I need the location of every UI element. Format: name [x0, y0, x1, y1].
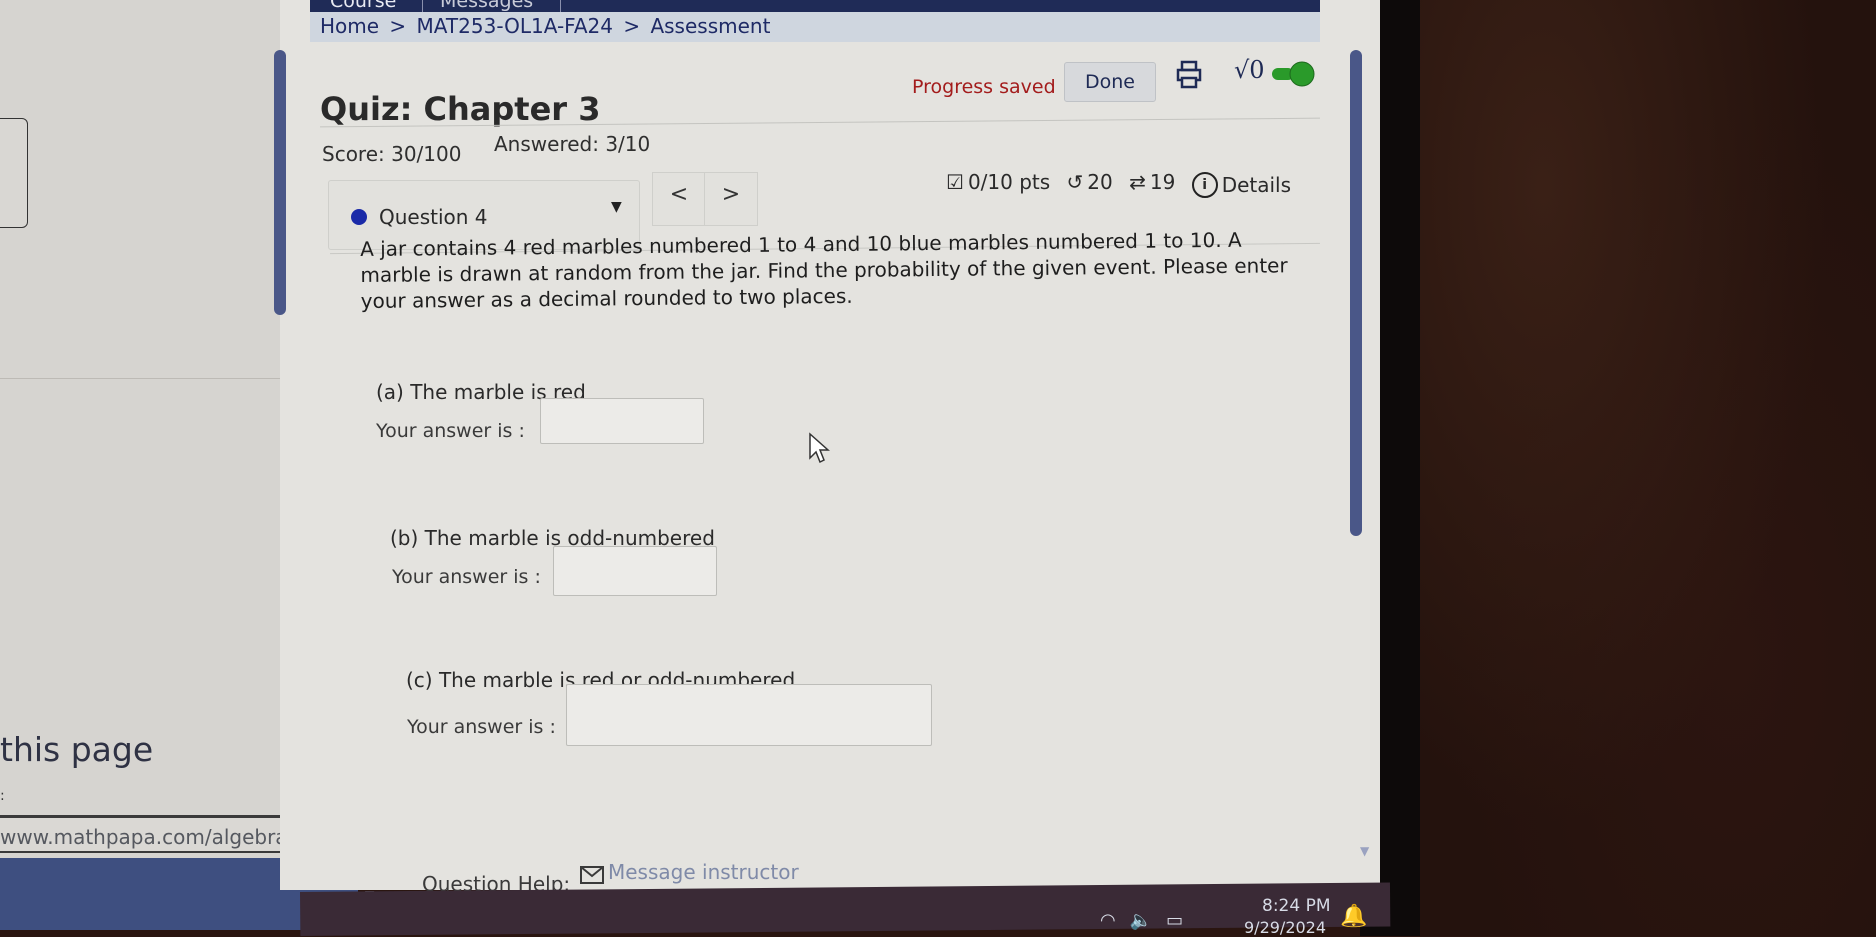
- right-scrollbar[interactable]: [1350, 50, 1362, 536]
- info-icon: i: [1191, 172, 1218, 198]
- previous-question-button[interactable]: <: [652, 172, 706, 226]
- url-input[interactable]: www.mathpapa.com/algebra-ca: [0, 815, 295, 853]
- details-button[interactable]: i Details: [1191, 172, 1292, 198]
- part-b-answer-input[interactable]: [553, 546, 717, 596]
- retries: ↺ 20: [1067, 170, 1113, 194]
- system-tray: ◠ 🔈 ▭: [1100, 910, 1183, 931]
- nav-tab-course[interactable]: Course: [330, 0, 396, 12]
- message-instructor-link[interactable]: Message instructor: [608, 860, 799, 884]
- left-scrollbar[interactable]: [274, 50, 286, 315]
- score-text: Score: 30/100: [322, 142, 462, 166]
- toggle-switch-icon[interactable]: [1270, 60, 1316, 88]
- nav-separator: [422, 0, 423, 12]
- nav-tab-messages[interactable]: Messages: [440, 0, 533, 12]
- part-b-answer-label: Your answer is :: [392, 566, 541, 588]
- retries-value: 20: [1087, 170, 1113, 194]
- breadcrumb-separator: >: [623, 14, 641, 38]
- part-c-answer-label: Your answer is :: [407, 716, 556, 738]
- attempts: ⇄ 19: [1129, 170, 1175, 194]
- nav-separator: [560, 0, 561, 12]
- math-input-icon[interactable]: √0: [1234, 56, 1265, 84]
- scroll-down-arrow-icon[interactable]: ▼: [1360, 844, 1369, 858]
- part-a-answer-input[interactable]: [540, 398, 704, 444]
- background-divider: [0, 378, 300, 379]
- answered-text: Answered: 3/10: [494, 132, 651, 156]
- background-page: this page : www.mathpapa.com/algebra-ca: [0, 0, 300, 880]
- part-c-answer-input[interactable]: [566, 684, 932, 746]
- breadcrumb-home[interactable]: Home: [320, 14, 379, 38]
- retry-icon: ↺: [1066, 170, 1084, 194]
- question-prompt: A jar contains 4 red marbles numbered 1 …: [360, 227, 1288, 313]
- mouse-cursor-icon: [809, 432, 830, 464]
- question-select-label: Question 4: [379, 205, 488, 229]
- breadcrumb-assessment: Assessment: [650, 14, 771, 38]
- details-label: Details: [1221, 173, 1292, 197]
- clock-date[interactable]: 9/29/2024: [1244, 918, 1326, 937]
- attempts-value: 19: [1149, 170, 1176, 194]
- quiz-window: [280, 0, 1380, 890]
- points-value: 0/10 pts: [967, 170, 1051, 194]
- breadcrumb-course[interactable]: MAT253-OL1A-FA24: [417, 14, 613, 38]
- question-meta: ☑ 0/10 pts ↺ 20 ⇄ 19 i Details: [946, 170, 1301, 198]
- battery-icon[interactable]: ▭: [1166, 910, 1183, 931]
- print-icon[interactable]: [1176, 60, 1202, 90]
- breadcrumb-separator: >: [389, 14, 407, 38]
- chevron-down-icon: ▼: [611, 199, 622, 215]
- background-frame: [0, 118, 28, 228]
- checkbox-icon: ☑: [946, 170, 964, 194]
- clock-time[interactable]: 8:24 PM: [1262, 896, 1331, 916]
- desk-background: [1400, 0, 1876, 936]
- notification-bell-icon[interactable]: 🔔: [1340, 904, 1367, 929]
- part-a-answer-label: Your answer is :: [376, 420, 525, 442]
- background-page-text: this page: [0, 730, 154, 769]
- question-status-dot: [351, 209, 367, 225]
- page-title: Quiz: Chapter 3: [320, 90, 601, 128]
- progress-status: Progress saved: [912, 76, 1056, 98]
- mail-icon[interactable]: [580, 866, 604, 884]
- attempts-icon: ⇄: [1129, 170, 1146, 194]
- done-button[interactable]: Done: [1064, 62, 1156, 102]
- breadcrumb: Home > MAT253-OL1A-FA24 > Assessment: [320, 14, 774, 38]
- taskbar: [300, 882, 1391, 936]
- background-colon: :: [0, 788, 5, 804]
- wifi-icon[interactable]: ◠: [1100, 910, 1116, 931]
- points: ☑ 0/10 pts: [946, 170, 1050, 194]
- volume-icon[interactable]: 🔈: [1130, 910, 1152, 931]
- next-question-button[interactable]: >: [704, 172, 758, 226]
